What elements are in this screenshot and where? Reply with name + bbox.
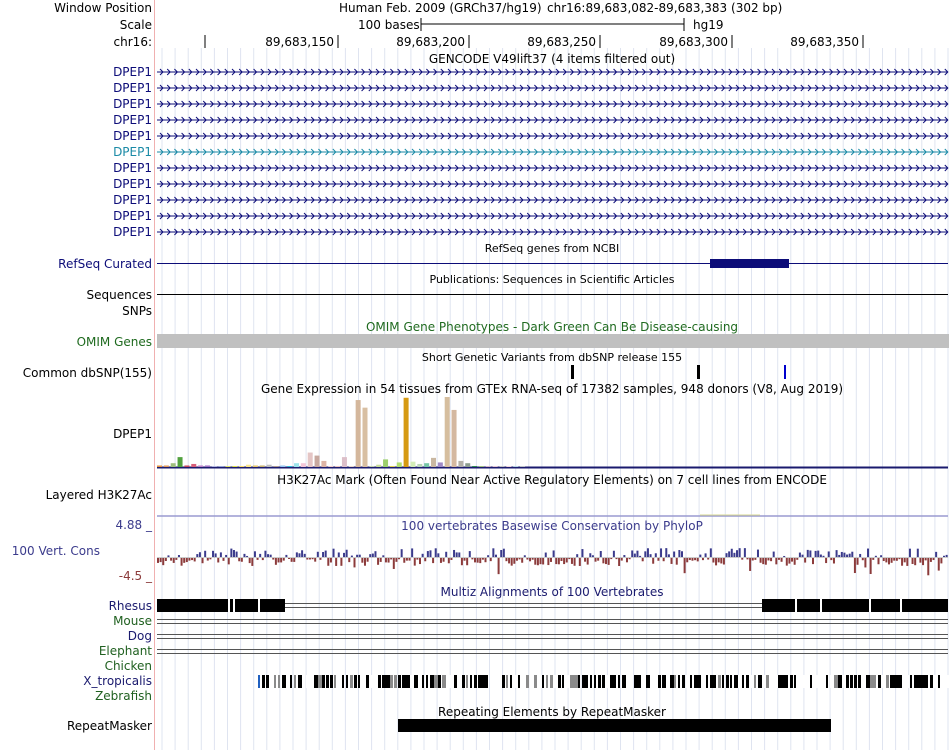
repeatmasker-feature[interactable] [0,0,950,750]
genome-browser-image: Window Position Scale chr16: Human Feb. … [0,0,950,750]
